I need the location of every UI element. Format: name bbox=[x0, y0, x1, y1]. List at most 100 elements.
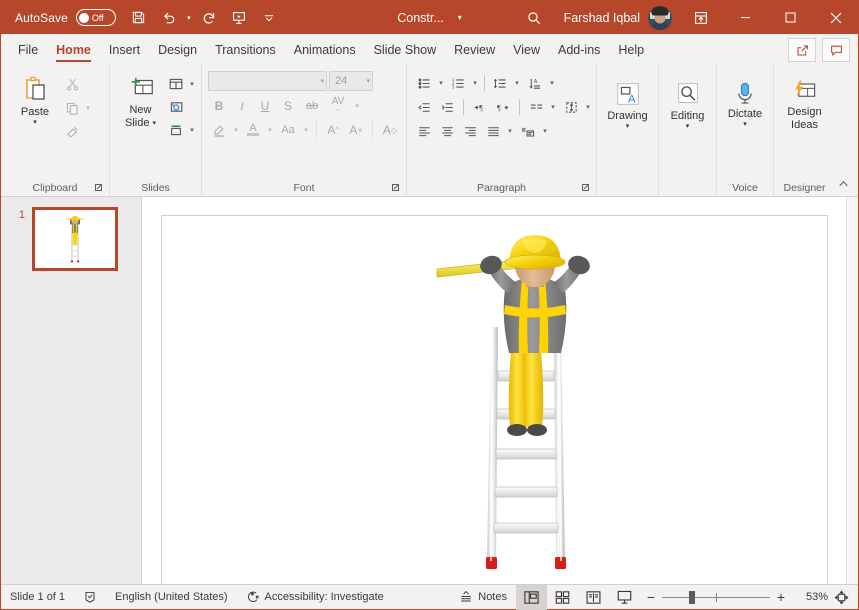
character-spacing-caret-icon[interactable]: ▾ bbox=[352, 102, 362, 110]
line-spacing-caret-icon[interactable]: ▾ bbox=[512, 79, 522, 87]
decrease-indent-icon[interactable] bbox=[413, 96, 435, 118]
spell-check-icon[interactable] bbox=[74, 585, 106, 610]
text-direction-icon[interactable]: A bbox=[524, 72, 546, 94]
paste-caret-icon[interactable]: ▾ bbox=[33, 119, 37, 127]
collapse-ribbon-chevron-icon[interactable] bbox=[832, 172, 854, 194]
strikethrough-button[interactable]: ab bbox=[300, 95, 324, 117]
zoom-out-button[interactable]: − bbox=[640, 585, 662, 610]
start-presentation-icon[interactable] bbox=[224, 4, 254, 32]
notes-button[interactable]: Notes bbox=[450, 585, 516, 610]
minimize-button[interactable] bbox=[723, 1, 768, 34]
section-caret-icon[interactable]: ▾ bbox=[187, 126, 197, 134]
text-direction-caret-icon[interactable]: ▾ bbox=[547, 79, 557, 87]
dictate-caret-icon[interactable]: ▾ bbox=[743, 121, 747, 129]
slide-show-view-button[interactable] bbox=[609, 585, 640, 610]
smartart-caret-icon[interactable]: ▾ bbox=[540, 127, 550, 135]
justify-icon[interactable] bbox=[482, 120, 504, 142]
undo-icon[interactable] bbox=[154, 4, 184, 32]
language-status[interactable]: English (United States) bbox=[106, 585, 237, 610]
line-spacing-icon[interactable] bbox=[489, 72, 511, 94]
fit-slide-to-window-icon[interactable] bbox=[828, 585, 854, 610]
tab-slide-show[interactable]: Slide Show bbox=[365, 38, 446, 64]
vertical-scrollbar[interactable] bbox=[846, 197, 858, 584]
slide-sorter-view-button[interactable] bbox=[547, 585, 578, 610]
tab-review[interactable]: Review bbox=[445, 38, 504, 64]
zoom-level-label[interactable]: 53% bbox=[792, 591, 828, 603]
bullets-caret-icon[interactable]: ▾ bbox=[436, 79, 446, 87]
copy-caret-icon[interactable]: ▾ bbox=[83, 104, 93, 112]
numbering-caret-icon[interactable]: ▾ bbox=[470, 79, 480, 87]
zoom-slider-handle[interactable] bbox=[689, 591, 695, 604]
slide-thumbnail-1[interactable] bbox=[32, 207, 118, 271]
ribbon-display-options-icon[interactable] bbox=[678, 1, 723, 34]
accessibility-status[interactable]: Accessibility: Investigate bbox=[237, 585, 393, 610]
drawing-button[interactable]: A Drawing ▾ bbox=[602, 75, 654, 131]
font-dialog-launcher[interactable] bbox=[391, 183, 402, 194]
maximize-button[interactable] bbox=[768, 1, 813, 34]
new-slide-caret-icon[interactable]: ▾ bbox=[152, 120, 156, 128]
increase-indent-icon[interactable] bbox=[436, 96, 458, 118]
comments-icon[interactable] bbox=[822, 38, 850, 62]
design-ideas-button[interactable]: Design Ideas bbox=[778, 73, 831, 131]
paste-button[interactable]: Paste ▾ bbox=[9, 69, 61, 127]
tab-add-ins[interactable]: Add-ins bbox=[549, 38, 609, 64]
save-icon[interactable] bbox=[124, 4, 154, 32]
left-to-right-icon[interactable]: ¶ bbox=[469, 96, 491, 118]
tab-home[interactable]: Home bbox=[47, 38, 100, 64]
bullets-icon[interactable] bbox=[413, 72, 435, 94]
tab-animations[interactable]: Animations bbox=[285, 38, 365, 64]
drawing-caret-icon[interactable]: ▾ bbox=[626, 123, 630, 131]
align-center-icon[interactable] bbox=[436, 120, 458, 142]
avatar[interactable] bbox=[648, 6, 672, 30]
columns-icon[interactable] bbox=[525, 96, 547, 118]
font-color-button[interactable]: A bbox=[242, 119, 264, 141]
document-title-caret-icon[interactable]: ▾ bbox=[458, 13, 462, 22]
zoom-slider-track[interactable] bbox=[662, 585, 770, 610]
section-icon[interactable] bbox=[165, 119, 187, 141]
text-highlight-icon[interactable] bbox=[208, 119, 230, 141]
slide-canvas[interactable] bbox=[161, 215, 828, 584]
slide-layout-icon[interactable] bbox=[165, 73, 187, 95]
change-case-button[interactable]: Aa bbox=[276, 119, 300, 141]
font-size-caret-icon[interactable]: ▾ bbox=[366, 77, 370, 85]
zoom-in-button[interactable]: + bbox=[770, 585, 792, 610]
close-button[interactable] bbox=[813, 1, 858, 34]
cut-icon[interactable] bbox=[61, 73, 83, 95]
align-left-icon[interactable] bbox=[413, 120, 435, 142]
numbering-icon[interactable]: 1 2 3 bbox=[447, 72, 469, 94]
right-to-left-icon[interactable]: ¶ bbox=[492, 96, 514, 118]
tab-file[interactable]: File bbox=[9, 38, 47, 64]
dictate-button[interactable]: Dictate ▾ bbox=[721, 75, 769, 129]
convert-to-smartart-icon[interactable] bbox=[517, 120, 539, 142]
change-case-caret-icon[interactable]: ▾ bbox=[301, 126, 311, 134]
tab-insert[interactable]: Insert bbox=[100, 38, 149, 64]
autosave-toggle[interactable]: Off bbox=[76, 9, 116, 26]
align-text-icon[interactable] bbox=[560, 96, 582, 118]
tab-design[interactable]: Design bbox=[149, 38, 206, 64]
editing-caret-icon[interactable]: ▾ bbox=[686, 123, 690, 131]
tab-view[interactable]: View bbox=[504, 38, 549, 64]
layout-caret-icon[interactable]: ▾ bbox=[187, 80, 197, 88]
highlight-caret-icon[interactable]: ▾ bbox=[231, 126, 241, 134]
clear-formatting-button[interactable]: A ◇ bbox=[378, 119, 402, 141]
font-color-caret-icon[interactable]: ▾ bbox=[265, 126, 275, 134]
redo-icon[interactable] bbox=[194, 4, 224, 32]
customize-quick-access-toolbar-icon[interactable] bbox=[254, 4, 284, 32]
font-size-input[interactable]: 24 ▾ bbox=[329, 71, 373, 91]
justify-caret-icon[interactable]: ▾ bbox=[505, 127, 515, 135]
character-spacing-button[interactable]: AV ↔ bbox=[325, 95, 351, 117]
reset-slide-icon[interactable] bbox=[165, 96, 187, 118]
align-text-caret-icon[interactable]: ▾ bbox=[583, 103, 593, 111]
reading-view-button[interactable] bbox=[578, 585, 609, 610]
text-shadow-button[interactable]: S bbox=[277, 95, 299, 117]
format-painter-icon[interactable] bbox=[61, 121, 83, 143]
decrease-font-size-button[interactable]: A ∨ bbox=[345, 119, 367, 141]
copy-icon[interactable] bbox=[61, 97, 83, 119]
tab-help[interactable]: Help bbox=[609, 38, 653, 64]
bold-button[interactable]: B bbox=[208, 95, 230, 117]
increase-font-size-button[interactable]: A ^ bbox=[322, 119, 344, 141]
editing-button[interactable]: Editing ▾ bbox=[663, 75, 712, 131]
new-slide-button[interactable]: New Slide ▾ bbox=[116, 69, 165, 129]
clipboard-dialog-launcher[interactable] bbox=[94, 183, 105, 194]
share-icon[interactable] bbox=[788, 38, 816, 62]
